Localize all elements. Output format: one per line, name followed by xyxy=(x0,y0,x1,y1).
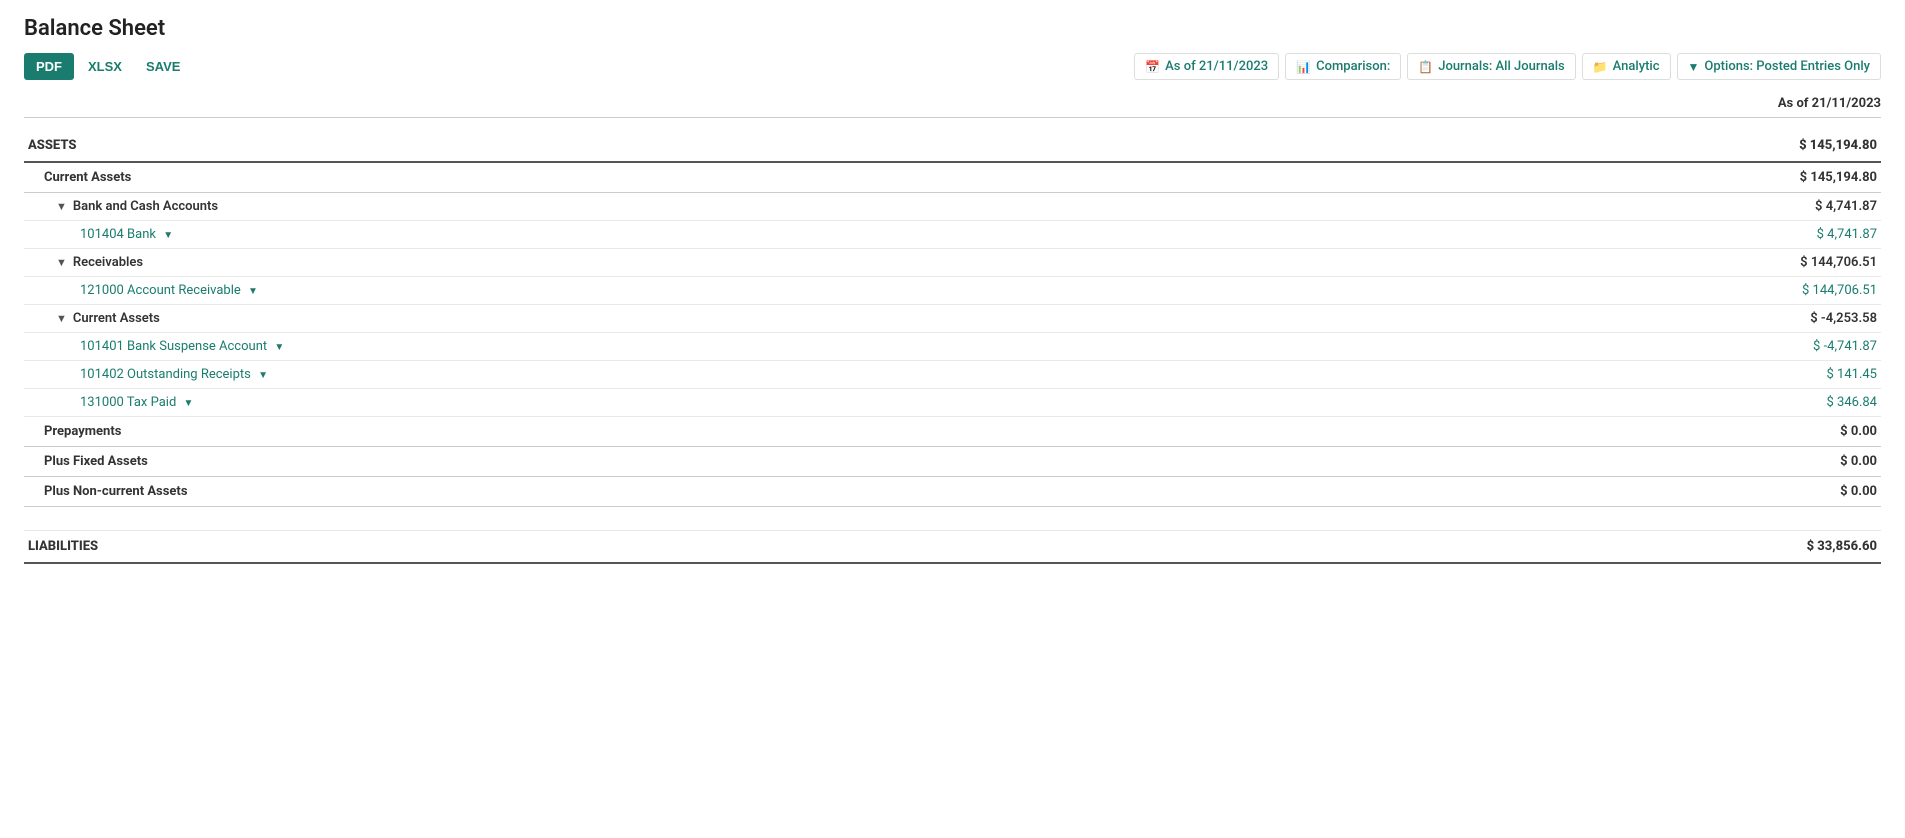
account-101402-label[interactable]: 101402 Outstanding Receipts ▼ xyxy=(24,361,1741,389)
account-131000-row: 131000 Tax Paid ▼ $ 346.84 xyxy=(24,389,1881,417)
page-container: Balance Sheet PDF XLSX SAVE 📅 As of 21/1… xyxy=(0,0,1905,580)
options-filter[interactable]: ▼ Options: Posted Entries Only xyxy=(1677,53,1881,80)
report-table: ASSETS $ 145,194.80 Current Assets $ 145… xyxy=(24,130,1881,564)
spacer-row xyxy=(24,507,1881,531)
liabilities-label: LIABILITIES xyxy=(24,531,1741,564)
account-131000-label[interactable]: 131000 Tax Paid ▼ xyxy=(24,389,1741,417)
report-header: As of 21/11/2023 xyxy=(24,96,1881,118)
current-assets-main-label: Current Assets xyxy=(24,162,1741,193)
receivables-amount: $ 144,706.51 xyxy=(1741,249,1881,277)
account-101401-label[interactable]: 101401 Bank Suspense Account ▼ xyxy=(24,333,1741,361)
plus-non-current-row: Plus Non-current Assets $ 0.00 xyxy=(24,477,1881,507)
journals-filter[interactable]: 📋 Journals: All Journals xyxy=(1407,53,1575,80)
receivables-row: ▼Receivables $ 144,706.51 xyxy=(24,249,1881,277)
plus-fixed-assets-row: Plus Fixed Assets $ 0.00 xyxy=(24,447,1881,477)
xlsx-button[interactable]: XLSX xyxy=(78,53,132,80)
liabilities-section-row: LIABILITIES $ 33,856.60 xyxy=(24,531,1881,564)
account-101404-row: 101404 Bank ▼ $ 4,741.87 xyxy=(24,221,1881,249)
prepayments-amount: $ 0.00 xyxy=(1741,417,1881,447)
current-assets-sub-amount: $ -4,253.58 xyxy=(1741,305,1881,333)
dropdown-arrow-131000[interactable]: ▼ xyxy=(184,398,194,409)
account-121000-amount: $ 144,706.51 xyxy=(1741,277,1881,305)
page-title: Balance Sheet xyxy=(24,16,1881,41)
receivables-label: ▼Receivables xyxy=(24,249,1741,277)
calendar-icon: 📅 xyxy=(1145,60,1160,74)
current-assets-sub-label: ▼Current Assets xyxy=(24,305,1741,333)
toolbar-filters: 📅 As of 21/11/2023 📊 Comparison: 📋 Journ… xyxy=(1134,53,1881,80)
col-header-date: As of 21/11/2023 xyxy=(1721,96,1881,111)
analytic-icon: 📁 xyxy=(1593,60,1608,74)
current-assets-main-amount: $ 145,194.80 xyxy=(1741,162,1881,193)
collapse-arrow-current[interactable]: ▼ xyxy=(56,312,67,325)
analytic-label: Analytic xyxy=(1613,59,1660,74)
account-101401-row: 101401 Bank Suspense Account ▼ $ -4,741.… xyxy=(24,333,1881,361)
journals-label: Journals: All Journals xyxy=(1438,59,1564,74)
assets-amount: $ 145,194.80 xyxy=(1741,130,1881,162)
current-assets-sub-row: ▼Current Assets $ -4,253.58 xyxy=(24,305,1881,333)
current-assets-main-row: Current Assets $ 145,194.80 xyxy=(24,162,1881,193)
dropdown-arrow-101404[interactable]: ▼ xyxy=(163,230,173,241)
comparison-filter[interactable]: 📊 Comparison: xyxy=(1285,53,1401,80)
account-121000-label[interactable]: 121000 Account Receivable ▼ xyxy=(24,277,1741,305)
prepayments-row: Prepayments $ 0.00 xyxy=(24,417,1881,447)
save-button[interactable]: SAVE xyxy=(136,53,190,80)
dropdown-arrow-101402[interactable]: ▼ xyxy=(258,370,268,381)
dropdown-arrow-101401[interactable]: ▼ xyxy=(274,342,284,353)
account-101404-amount: $ 4,741.87 xyxy=(1741,221,1881,249)
pdf-button[interactable]: PDF xyxy=(24,53,74,80)
as-of-filter[interactable]: 📅 As of 21/11/2023 xyxy=(1134,53,1279,80)
filter-icon: ▼ xyxy=(1688,60,1700,74)
account-101404-label[interactable]: 101404 Bank ▼ xyxy=(24,221,1741,249)
assets-section-row: ASSETS $ 145,194.80 xyxy=(24,130,1881,162)
account-101402-row: 101402 Outstanding Receipts ▼ $ 141.45 xyxy=(24,361,1881,389)
plus-non-current-label: Plus Non-current Assets xyxy=(24,477,1741,507)
account-101402-amount: $ 141.45 xyxy=(1741,361,1881,389)
collapse-arrow-bank[interactable]: ▼ xyxy=(56,200,67,213)
toolbar: PDF XLSX SAVE 📅 As of 21/11/2023 📊 Compa… xyxy=(24,53,1881,80)
prepayments-label: Prepayments xyxy=(24,417,1741,447)
collapse-arrow-receivables[interactable]: ▼ xyxy=(56,256,67,269)
dropdown-arrow-121000[interactable]: ▼ xyxy=(248,286,258,297)
plus-fixed-assets-amount: $ 0.00 xyxy=(1741,447,1881,477)
journal-icon: 📋 xyxy=(1418,60,1433,74)
liabilities-amount: $ 33,856.60 xyxy=(1741,531,1881,564)
bar-chart-icon: 📊 xyxy=(1296,60,1311,74)
analytic-filter[interactable]: 📁 Analytic xyxy=(1582,53,1671,80)
as-of-label: As of 21/11/2023 xyxy=(1165,59,1268,74)
assets-label: ASSETS xyxy=(24,130,1741,162)
plus-non-current-amount: $ 0.00 xyxy=(1741,477,1881,507)
comparison-label: Comparison: xyxy=(1316,59,1390,74)
account-121000-row: 121000 Account Receivable ▼ $ 144,706.51 xyxy=(24,277,1881,305)
bank-cash-amount: $ 4,741.87 xyxy=(1741,193,1881,221)
account-131000-amount: $ 346.84 xyxy=(1741,389,1881,417)
options-label: Options: Posted Entries Only xyxy=(1704,59,1870,74)
bank-cash-label: ▼Bank and Cash Accounts xyxy=(24,193,1741,221)
bank-cash-row: ▼Bank and Cash Accounts $ 4,741.87 xyxy=(24,193,1881,221)
account-101401-amount: $ -4,741.87 xyxy=(1741,333,1881,361)
plus-fixed-assets-label: Plus Fixed Assets xyxy=(24,447,1741,477)
